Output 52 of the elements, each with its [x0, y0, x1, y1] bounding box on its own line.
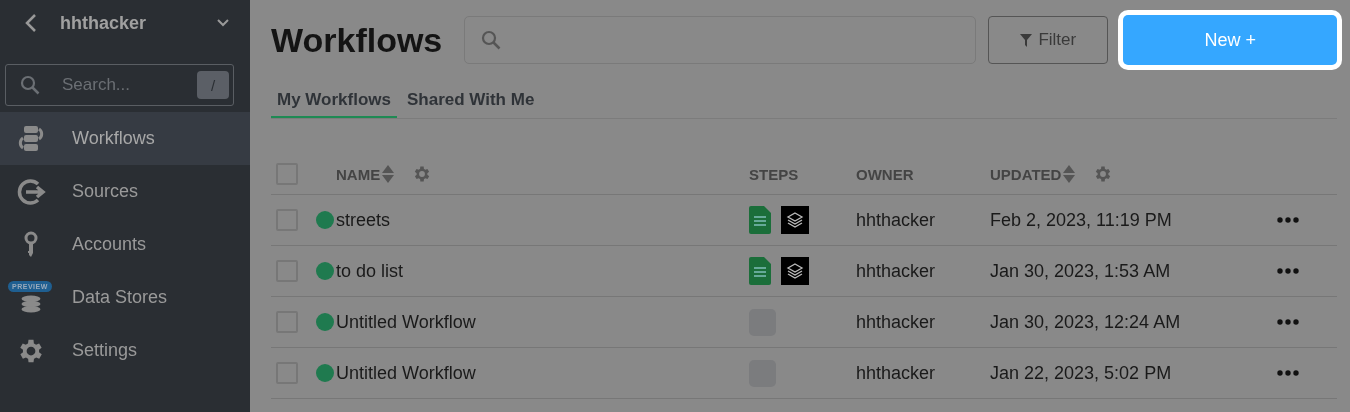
- more-icon[interactable]: [1277, 319, 1300, 325]
- filter-button[interactable]: Filter: [988, 16, 1109, 64]
- arrow-circle-icon: [16, 176, 46, 207]
- sidebar-label: Data Stores: [72, 287, 168, 308]
- sort-icon[interactable]: [382, 165, 395, 183]
- sort-icon[interactable]: [1063, 165, 1076, 183]
- workflow-name[interactable]: to do list: [336, 260, 749, 282]
- updated-cell-text: Jan 22, 2023, 5:02 PM: [990, 362, 1173, 384]
- back-icon[interactable]: [24, 13, 38, 33]
- owner-cell-text: hhthacker: [856, 311, 937, 333]
- owner-cell-text: hhthacker: [856, 209, 937, 231]
- layers-icon: [781, 206, 809, 234]
- more-icon[interactable]: [1277, 268, 1300, 274]
- status-dot: [316, 313, 334, 331]
- updated-cell-text: Feb 2, 2023, 11:19 PM: [990, 209, 1173, 231]
- updated-cell-text: Jan 30, 2023, 1:53 AM: [990, 260, 1172, 282]
- search-field[interactable]: [464, 16, 977, 64]
- layers-icon: [781, 257, 809, 285]
- workflow-name[interactable]: Untitled Workflow: [336, 362, 749, 384]
- sidebar-label: Accounts: [72, 234, 147, 255]
- sidebar-label: Settings: [72, 340, 138, 361]
- column-header: NAME: [336, 165, 381, 183]
- page-title: Workflows: [271, 20, 443, 60]
- search-input[interactable]: Search...: [60, 74, 177, 96]
- column-header: STEPS: [749, 165, 800, 183]
- shortcut-key: /: [197, 71, 229, 99]
- account-name: hhthacker: [60, 12, 148, 34]
- database-icon: [21, 294, 41, 313]
- workflow-name[interactable]: streets: [336, 209, 749, 231]
- column-header: OWNER: [856, 165, 915, 183]
- owner-cell-text: hhthacker: [856, 260, 937, 282]
- sidebar-label: Workflows: [72, 128, 155, 149]
- status-dot: [316, 262, 334, 280]
- status-dot: [316, 211, 334, 229]
- workflow-icon: [16, 123, 46, 154]
- search-icon: [20, 75, 40, 95]
- more-icon[interactable]: [1277, 370, 1300, 376]
- spreadsheet-icon: [749, 206, 771, 234]
- sidebar-label: Sources: [72, 181, 139, 202]
- search-icon: [481, 30, 502, 50]
- tab[interactable]: Shared With Me: [401, 90, 541, 118]
- filter-icon: [1020, 33, 1033, 47]
- spreadsheet-icon: [749, 257, 771, 285]
- sidebar-item[interactable]: Workflows: [0, 112, 250, 165]
- updated-cell-text: Jan 30, 2023, 12:24 AM: [990, 311, 1182, 333]
- status-dot: [316, 364, 334, 382]
- tab[interactable]: My Workflows: [271, 90, 397, 118]
- owner-cell-text: hhthacker: [856, 362, 937, 384]
- workflow-name[interactable]: Untitled Workflow: [336, 311, 749, 333]
- more-icon[interactable]: [1277, 217, 1300, 223]
- chevron-down-icon[interactable]: [216, 18, 230, 28]
- column-header: UPDATED: [990, 165, 1062, 183]
